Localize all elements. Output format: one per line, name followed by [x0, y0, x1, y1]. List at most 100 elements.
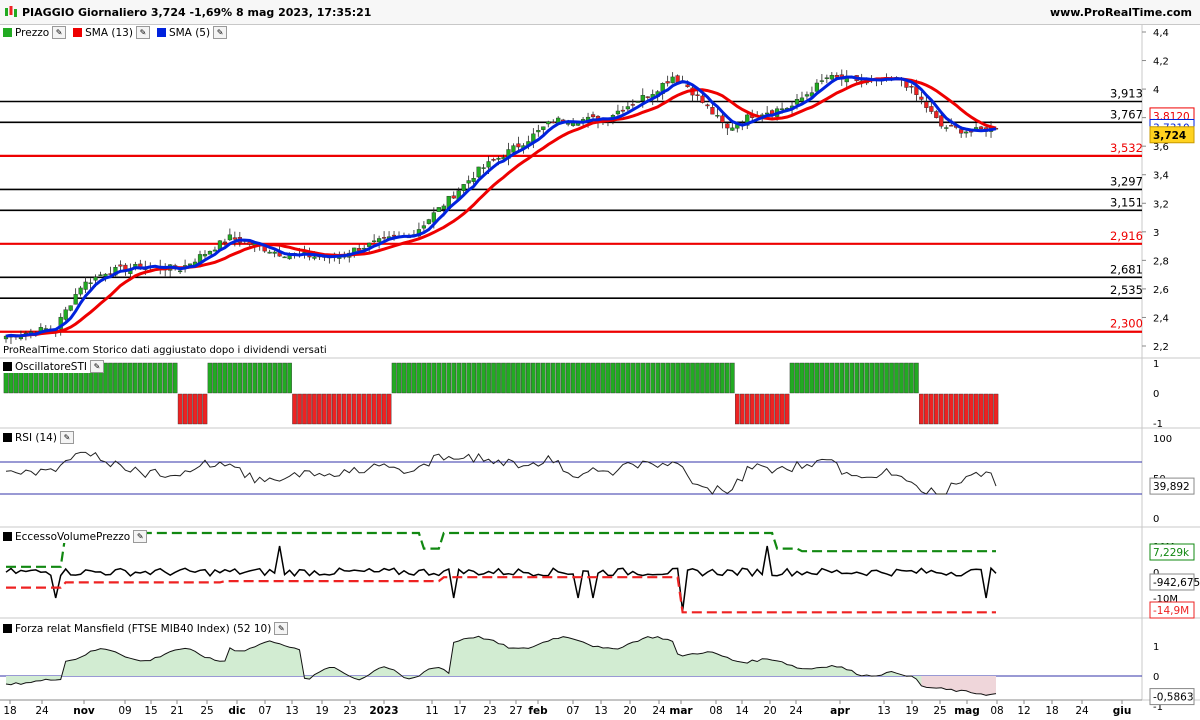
candle-body	[232, 237, 237, 240]
candle-body	[819, 80, 824, 82]
candle-body	[222, 241, 227, 244]
sti-bar	[152, 362, 158, 394]
legend-sti[interactable]: OscillatoreSTI	[15, 361, 87, 373]
price-axis-label: 3,2	[1153, 199, 1169, 210]
candle-body	[645, 96, 650, 98]
candle-body	[978, 126, 984, 130]
wrench-icon[interactable]: ✎	[89, 360, 104, 373]
wrench-icon[interactable]: ✎	[133, 530, 148, 543]
x-axis-label: 24	[1075, 705, 1089, 717]
mansfield-swatch-icon	[3, 624, 12, 633]
sti-bar	[665, 362, 670, 394]
sti-bar	[540, 362, 546, 394]
x-axis-label: 23	[483, 705, 496, 717]
sti-bar	[625, 362, 631, 394]
sti-bar	[526, 362, 531, 394]
sti-bar	[267, 362, 272, 394]
candle-body	[959, 129, 964, 134]
candle-body	[919, 96, 924, 100]
mansfield-area	[6, 636, 996, 696]
sti-bar	[346, 393, 352, 425]
sti-bar	[297, 393, 302, 425]
sti-bar	[670, 362, 675, 394]
sti-bar	[804, 362, 810, 394]
legend-rsi[interactable]: RSI (14)	[15, 432, 57, 444]
candle-body	[88, 282, 93, 284]
sti-bar	[874, 362, 879, 394]
candle-body	[476, 166, 481, 178]
rsi-swatch-icon	[3, 433, 12, 442]
sti-bar	[486, 362, 491, 394]
wrench-icon[interactable]: ✎	[52, 26, 67, 39]
evp-line-tag: -942,675	[1153, 577, 1200, 589]
sti-bar	[938, 393, 944, 425]
x-axis-label: 07	[258, 705, 271, 717]
x-axis-label: 09	[118, 705, 131, 717]
candle-body	[381, 237, 387, 239]
sti-bar	[914, 362, 919, 394]
sti-bar	[635, 362, 641, 394]
sti-bar	[222, 362, 228, 394]
legend-sma13[interactable]: SMA (13)	[85, 27, 133, 39]
candle-body	[63, 309, 68, 320]
sti-bar	[545, 362, 551, 394]
sti-bar	[332, 393, 337, 425]
x-axis-label: 15	[144, 705, 157, 717]
mansfield-axis-label: 0	[1153, 672, 1159, 683]
sti-bar	[327, 393, 332, 425]
wrench-icon[interactable]: ✎	[213, 26, 228, 39]
sti-bar	[138, 362, 143, 394]
sti-bar	[491, 362, 496, 394]
sti-bar	[128, 362, 133, 394]
candle-body	[282, 256, 287, 259]
candle-body	[705, 104, 710, 107]
sti-bar	[814, 362, 820, 394]
sti-bar	[426, 362, 432, 394]
wrench-icon[interactable]: ✎	[135, 26, 150, 39]
sti-bar	[262, 362, 267, 394]
sti-bar	[142, 362, 148, 394]
candle-body	[372, 240, 377, 243]
sti-bar	[968, 393, 974, 425]
sti-bar	[929, 393, 934, 425]
sti-bar	[948, 393, 954, 425]
sti-bar	[536, 362, 541, 394]
sti-bar	[834, 362, 840, 394]
legend-evp[interactable]: EccessoVolumePrezzo	[15, 531, 130, 543]
sti-bar	[983, 393, 989, 425]
sti-bar	[645, 362, 651, 394]
sti-bar	[192, 393, 198, 425]
x-axis-label: 23	[343, 705, 356, 717]
evp-legend: EccessoVolumePrezzo ✎	[3, 530, 148, 543]
wrench-icon[interactable]: ✎	[59, 431, 74, 444]
evp-lower-tag: -14,9M	[1153, 605, 1189, 617]
sti-bar	[973, 393, 979, 425]
legend-price[interactable]: Prezzo	[15, 27, 49, 39]
sti-bar	[705, 362, 710, 394]
sti-bar	[252, 362, 258, 394]
price-axis-label: 4,4	[1153, 28, 1169, 39]
candle-body	[944, 127, 949, 129]
sti-bar	[595, 362, 601, 394]
x-axis-label: 18	[3, 705, 16, 717]
wrench-icon[interactable]: ✎	[274, 622, 289, 635]
evp-swatch-icon	[3, 532, 12, 541]
sti-bar	[605, 362, 611, 394]
sti-bar	[446, 362, 452, 394]
sti-bar	[237, 362, 243, 394]
sti-bar	[312, 393, 317, 425]
sti-bar	[118, 362, 123, 394]
candle-body	[118, 264, 123, 267]
sti-bar	[580, 362, 586, 394]
sti-bar	[197, 393, 203, 425]
rsi-axis-label: 100	[1153, 434, 1172, 445]
sti-bar	[217, 362, 223, 394]
legend-sma5[interactable]: SMA (5)	[169, 27, 210, 39]
legend-mansfield[interactable]: Forza relat Mansfield (FTSE MIB40 Index)…	[15, 623, 271, 635]
x-axis-label: 08	[709, 705, 722, 717]
sti-bar	[869, 362, 874, 394]
sti-bar	[416, 362, 422, 394]
x-axis-label: 14	[735, 705, 749, 717]
sti-bar	[650, 362, 656, 394]
sti-bar	[615, 362, 621, 394]
